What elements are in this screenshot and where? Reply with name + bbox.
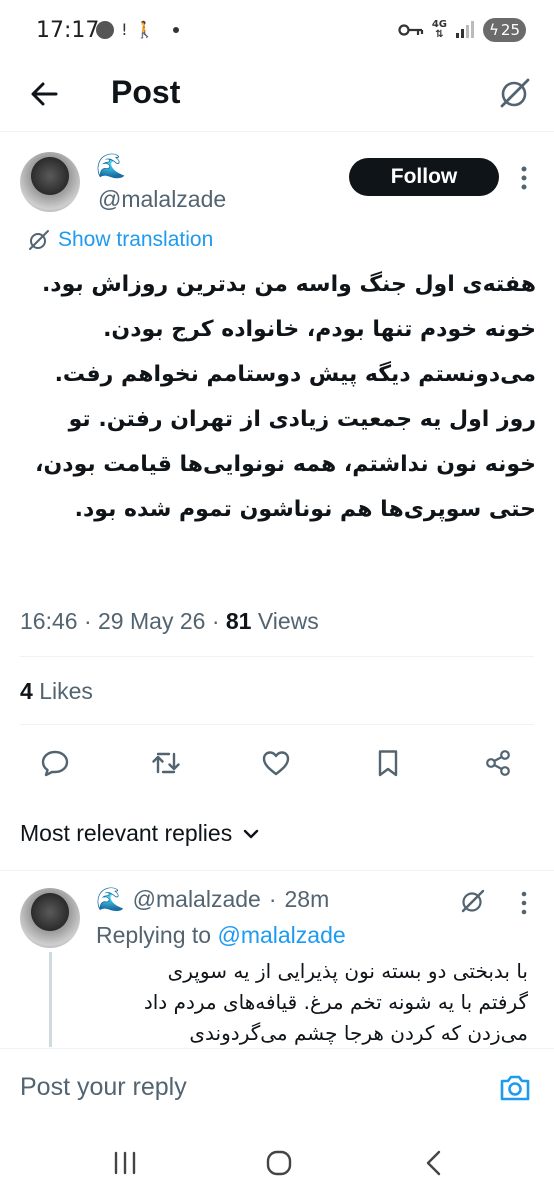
likes-summary[interactable]: 4 Likes — [20, 678, 93, 705]
vpn-key-icon — [398, 24, 423, 36]
likes-count: 4 — [20, 678, 33, 704]
notification-app-icon — [96, 20, 114, 39]
tweet-line: حتی سوپری‌ها هم نوناشون تموم شده بود. — [74, 497, 536, 522]
tweet-date[interactable]: 29 May 26 — [98, 608, 205, 634]
tweet-line: روز اول یه جمعیت زیادی از تهران رفتن. تو — [68, 407, 536, 432]
likes-label: Likes — [39, 678, 93, 704]
network-type: 4G ⇅ — [431, 19, 447, 40]
notification-alert-icon: ǃ — [122, 20, 127, 39]
repost-button[interactable] — [143, 740, 189, 786]
reply-author-handle[interactable]: @malalzade — [133, 886, 261, 913]
divider — [20, 656, 534, 657]
chevron-down-icon — [244, 829, 259, 838]
home-icon[interactable] — [265, 1149, 293, 1177]
activity-walk-icon: 🚶 — [134, 20, 155, 39]
tweet-line: خونه نون نداشتم، همه نونوایی‌ها قیامت بو… — [35, 452, 536, 477]
more-options-icon[interactable] — [520, 165, 528, 191]
author-avatar[interactable] — [20, 152, 80, 212]
divider — [0, 870, 554, 871]
reply-button[interactable] — [32, 740, 78, 786]
top-header: Post — [0, 62, 554, 132]
tweet-text: هفته‌ی اول جنگ واسه من بدترین روزاش بود.… — [18, 262, 536, 532]
reply-line: گرفتم با یه شونه تخم مرغ. قیافه‌های مردم… — [143, 990, 528, 1014]
reply-more-options-icon[interactable] — [520, 890, 528, 916]
battery-charging-icon: ϟ — [489, 21, 499, 39]
system-navigation-bar — [0, 1132, 554, 1200]
share-icon — [486, 750, 510, 776]
battery-level: 25 — [500, 21, 520, 39]
system-icons: 4G ⇅ ϟ 25 — [398, 18, 526, 42]
replies-sort-label: Most relevant replies — [20, 820, 233, 846]
camera-icon[interactable] — [498, 1071, 532, 1105]
bookmark-button[interactable] — [365, 740, 411, 786]
author-display-name[interactable]: 🌊 — [96, 152, 126, 181]
reply-input[interactable]: Post your reply — [20, 1073, 187, 1102]
show-translation-label: Show translation — [58, 228, 214, 251]
replying-prefix: Replying to — [96, 922, 212, 948]
heart-icon — [262, 751, 290, 776]
tweet-line: هفته‌ی اول جنگ واسه من بدترین روزاش بود. — [41, 272, 536, 297]
views-count: 81 — [225, 608, 252, 634]
bookmark-icon — [378, 750, 398, 777]
battery-indicator: ϟ 25 — [483, 18, 526, 42]
grok-icon[interactable] — [460, 888, 486, 914]
arrow-left-icon[interactable] — [28, 78, 60, 110]
notification-icons: ǃ 🚶 — [96, 20, 179, 39]
reply-line: با بدبختی دو بسته نون پذیرایی از یه سوپر… — [167, 959, 528, 983]
author-handle[interactable]: @malalzade — [98, 186, 226, 213]
divider — [20, 724, 534, 725]
page-title: Post — [111, 74, 181, 110]
tweet-metadata: 16:46 · 29 May 26 · 81 Views — [20, 608, 319, 634]
tweet-line: خونه خودم تنها بودم، خانواده کرج بودن. — [103, 317, 536, 342]
follow-button[interactable]: Follow — [349, 158, 499, 196]
tweet-time[interactable]: 16:46 — [20, 608, 78, 634]
grok-icon[interactable] — [498, 76, 532, 110]
status-time: 17:17 — [36, 18, 100, 43]
replying-to: Replying to @malalzade — [96, 922, 346, 949]
views-label: Views — [257, 608, 319, 634]
more-notifications-icon — [172, 26, 179, 33]
tweet-actions — [0, 740, 554, 786]
reply-bubble-icon — [41, 750, 69, 777]
like-button[interactable] — [253, 740, 299, 786]
reply-age[interactable]: 28m — [285, 886, 330, 913]
show-translation-link[interactable]: Show translation — [28, 228, 213, 252]
recent-apps-icon[interactable] — [112, 1150, 138, 1176]
signal-icon — [456, 21, 474, 38]
share-button[interactable] — [475, 740, 521, 786]
replies-sort-dropdown[interactable]: Most relevant replies — [20, 820, 260, 847]
thread-line — [49, 952, 52, 1047]
nav-back-icon[interactable] — [424, 1149, 444, 1177]
tweet-line: می‌دونستم دیگه پیش دوستامم نخواهم رفت. — [54, 362, 536, 387]
reply-composer-bar: Post your reply — [0, 1048, 554, 1132]
grok-translate-icon — [29, 230, 49, 250]
replying-to-handle[interactable]: @malalzade — [217, 922, 345, 948]
reply-line: می‌زدن که کردن هرجا چشم می‌گردوندی — [189, 1021, 528, 1045]
reply-author-avatar[interactable] — [20, 888, 80, 948]
repost-icon — [152, 752, 180, 774]
reply-header: 🌊 @malalzade · 28m — [96, 886, 330, 913]
reply-text[interactable]: با بدبختی دو بسته نون پذیرایی از یه سوپر… — [96, 956, 528, 1048]
reply-author-name[interactable]: 🌊 — [96, 886, 125, 913]
status-bar: 17:17 ǃ 🚶 4G ⇅ ϟ 25 — [0, 0, 554, 62]
